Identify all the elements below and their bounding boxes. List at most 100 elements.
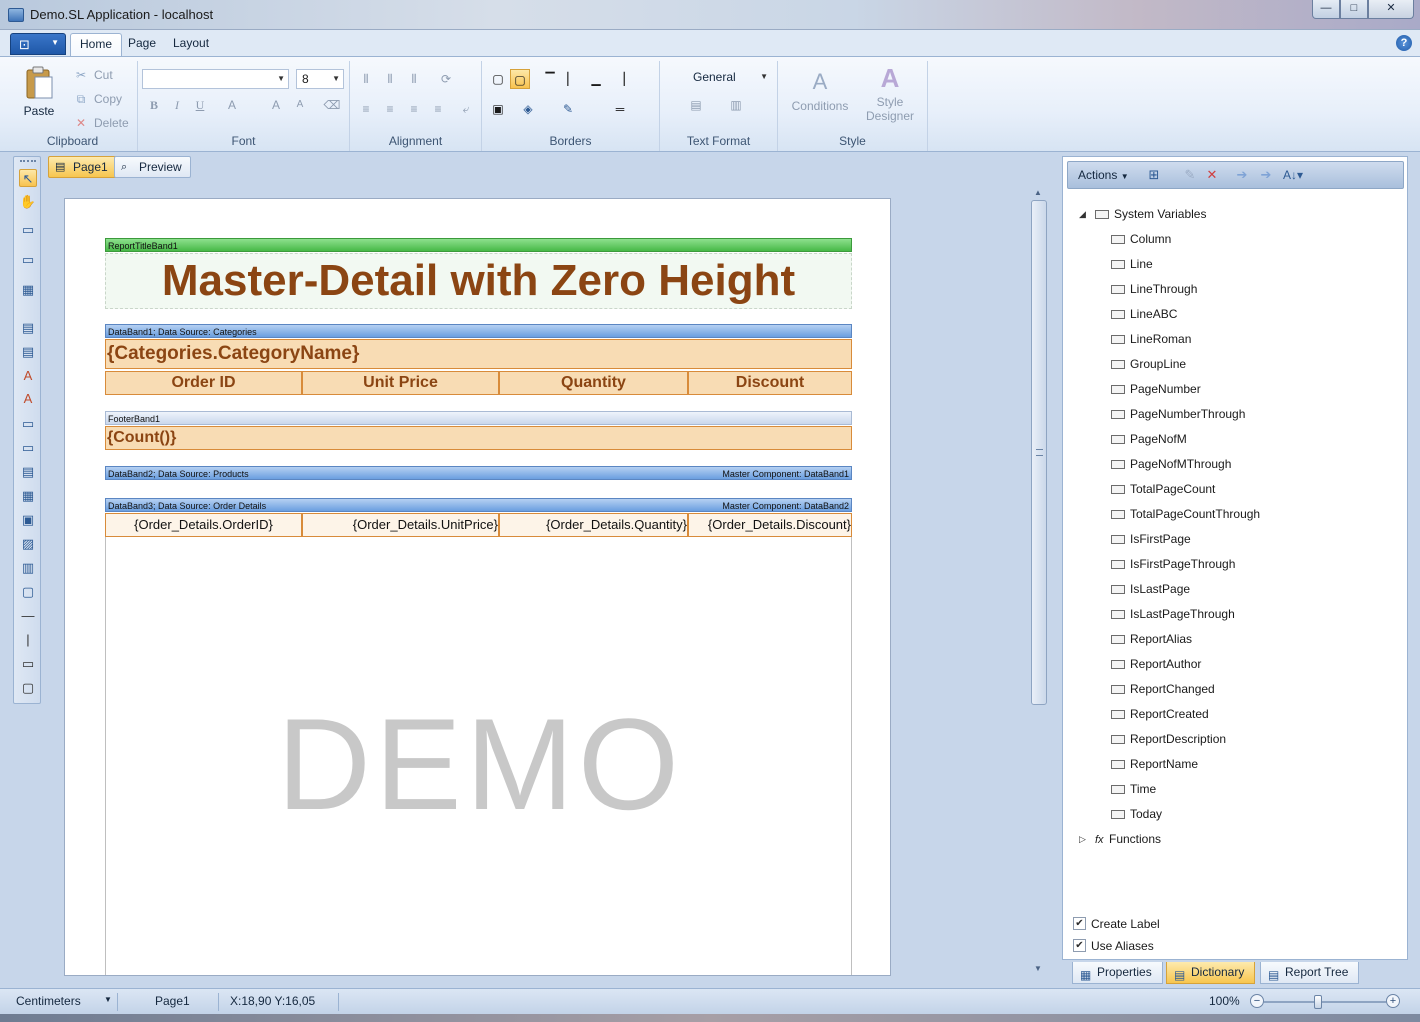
tree-node-variable[interactable]: PageNofMThrough xyxy=(1111,453,1231,475)
delete-button[interactable]: ✕ Delete xyxy=(74,113,129,133)
toolbox-grip[interactable] xyxy=(20,160,36,163)
align-middle-icon[interactable]: ⦀ xyxy=(380,69,400,89)
scroll-down-icon[interactable]: ▼ xyxy=(1034,964,1042,973)
border-style-icon[interactable]: ═ xyxy=(602,99,638,119)
word-wrap-icon[interactable]: ⤶ xyxy=(456,99,476,119)
grow-font-button[interactable]: A xyxy=(266,95,286,115)
italic-button[interactable]: I xyxy=(167,95,187,115)
tree-node-variable[interactable]: ReportAlias xyxy=(1111,628,1192,650)
align-top-icon[interactable]: ⦀ xyxy=(356,69,376,89)
vertical-line-tool-icon[interactable]: | xyxy=(19,631,37,649)
checkbox-tool-icon[interactable]: ▣ xyxy=(19,511,37,529)
align-center-icon[interactable]: ≡ xyxy=(380,99,400,119)
delete-icon[interactable]: ✕ xyxy=(1204,167,1220,183)
shape-tool-icon[interactable]: ▤ xyxy=(19,463,37,481)
border-color-icon[interactable]: ✎ xyxy=(558,99,578,119)
clear-format-icon[interactable]: ⌫ xyxy=(322,95,342,115)
cut-button[interactable]: ✂ Cut xyxy=(74,65,113,85)
border-left-icon[interactable]: ▏ xyxy=(562,69,582,89)
detail-order-id[interactable]: {Order_Details.OrderID} xyxy=(105,513,302,537)
report-title-text[interactable]: Master-Detail with Zero Height xyxy=(105,253,852,309)
tab-layout[interactable]: Layout xyxy=(164,33,218,56)
count-field[interactable]: {Count()} xyxy=(105,426,852,450)
create-label-checkbox[interactable]: ✔ Create Label xyxy=(1073,916,1160,932)
help-icon[interactable]: ? xyxy=(1396,35,1412,51)
zoom-slider-thumb[interactable] xyxy=(1314,995,1322,1009)
border-right-icon[interactable]: ▕ xyxy=(610,69,630,89)
rounded-rectangle-tool-icon[interactable]: ▢ xyxy=(19,679,37,697)
band-tool-icon[interactable]: ▭ xyxy=(19,221,37,239)
move-up-icon[interactable]: ➔ xyxy=(1234,167,1250,183)
close-button[interactable]: ✕ xyxy=(1368,0,1414,19)
chart-tool-icon[interactable]: ▢ xyxy=(19,583,37,601)
underline-button[interactable]: U xyxy=(190,95,210,115)
format-currency-icon[interactable]: ▤ xyxy=(686,95,706,115)
tree-node-variable[interactable]: ReportDescription xyxy=(1111,728,1226,750)
container-tool-icon[interactable]: ▭ xyxy=(19,415,37,433)
copy-button[interactable]: ⧉ Copy xyxy=(74,89,122,109)
pan-tool-icon[interactable]: ✋ xyxy=(19,193,37,211)
vertical-scrollbar[interactable]: ▲ ▼ xyxy=(1030,184,1048,974)
panel-tool-icon[interactable]: ▤ xyxy=(19,343,37,361)
tree-node-functions[interactable]: ▷ fx Functions xyxy=(1079,828,1161,850)
application-menu-button[interactable]: ⊡ ▼ xyxy=(10,33,66,55)
text-tool-icon[interactable]: A xyxy=(19,367,37,385)
actions-menu[interactable]: Actions ▼ xyxy=(1078,168,1129,182)
databand1-header[interactable]: DataBand1; Data Source: Categories xyxy=(105,324,852,338)
zoom-out-icon[interactable]: − xyxy=(1250,994,1264,1008)
font-family-combo[interactable]: ▼ xyxy=(142,69,289,89)
scrollbar-thumb[interactable] xyxy=(1031,200,1047,705)
zoom-slider[interactable]: − + xyxy=(1250,994,1400,1010)
text-format-combo[interactable]: General ▼ xyxy=(672,67,772,87)
font-size-combo[interactable]: 8 ▼ xyxy=(296,69,344,89)
tree-node-variable[interactable]: PageNofM xyxy=(1111,428,1187,450)
tree-node-variable[interactable]: ReportAuthor xyxy=(1111,653,1201,675)
header-discount[interactable]: Discount xyxy=(688,371,852,395)
fill-color-icon[interactable]: ◈ xyxy=(518,99,538,119)
tab-properties[interactable]: ▦ Properties xyxy=(1072,962,1163,984)
header-quantity[interactable]: Quantity xyxy=(499,371,688,395)
align-justify-icon[interactable]: ≡ xyxy=(428,99,448,119)
format-percent-icon[interactable]: ▥ xyxy=(726,95,746,115)
use-aliases-checkbox[interactable]: ✔ Use Aliases xyxy=(1073,938,1154,954)
border-all-icon[interactable]: ▢ xyxy=(488,69,508,89)
text-rotation-icon[interactable]: ⟳ xyxy=(436,69,456,89)
align-left-icon[interactable]: ≡ xyxy=(356,99,376,119)
rectangle-tool-icon[interactable]: ▭ xyxy=(19,655,37,673)
category-name-field[interactable]: {Categories.CategoryName} xyxy=(105,339,852,369)
horizontal-line-tool-icon[interactable]: — xyxy=(19,607,37,625)
tree-node-variable[interactable]: LineABC xyxy=(1111,303,1177,325)
move-down-icon[interactable]: ➔ xyxy=(1258,167,1274,183)
tree-node-variable[interactable]: LineThrough xyxy=(1111,278,1197,300)
conditions-button[interactable]: A Conditions xyxy=(786,69,854,113)
unit-selector[interactable]: Centimeters ▼ xyxy=(16,994,112,1008)
tree-node-variable[interactable]: Column xyxy=(1111,228,1171,250)
select-tool-icon[interactable]: ↖ xyxy=(19,169,37,187)
font-color-button[interactable]: A xyxy=(222,95,242,115)
page-tab-page1[interactable]: ▤ Page1 xyxy=(48,156,117,178)
edit-icon[interactable]: ✎ xyxy=(1182,167,1198,183)
detail-discount[interactable]: {Order_Details.Discount} xyxy=(688,513,852,537)
page-tab-preview[interactable]: ⌕ Preview xyxy=(114,156,191,178)
tree-node-variable[interactable]: LineRoman xyxy=(1111,328,1191,350)
detail-quantity[interactable]: {Order_Details.Quantity} xyxy=(499,513,688,537)
header-unit-price[interactable]: Unit Price xyxy=(302,371,499,395)
scroll-up-icon[interactable]: ▲ xyxy=(1034,188,1042,197)
footer-band-header[interactable]: FooterBand1 xyxy=(105,411,852,425)
page-tool-icon[interactable]: ▤ xyxy=(19,319,37,337)
tree-node-variable[interactable]: PageNumber xyxy=(1111,378,1201,400)
tree-node-variable[interactable]: Line xyxy=(1111,253,1153,275)
tab-page[interactable]: Page xyxy=(119,33,165,56)
databand2-header[interactable]: DataBand2; Data Source: Products Master … xyxy=(105,466,852,480)
tree-node-variable[interactable]: Today xyxy=(1111,803,1162,825)
paste-button[interactable]: Paste xyxy=(14,65,64,118)
report-page[interactable]: ReportTitleBand1 Master-Detail with Zero… xyxy=(64,198,891,976)
tree-node-variable[interactable]: IsLastPageThrough xyxy=(1111,603,1235,625)
border-top-icon[interactable]: ▔ xyxy=(540,69,560,89)
report-title-band[interactable]: ReportTitleBand1 xyxy=(105,238,852,252)
zoom-in-icon[interactable]: + xyxy=(1386,994,1400,1008)
minimize-button[interactable]: — xyxy=(1312,0,1340,19)
tab-dictionary[interactable]: ▤ Dictionary xyxy=(1166,962,1256,984)
bold-button[interactable]: B xyxy=(144,95,164,115)
tree-node-variable[interactable]: Time xyxy=(1111,778,1156,800)
